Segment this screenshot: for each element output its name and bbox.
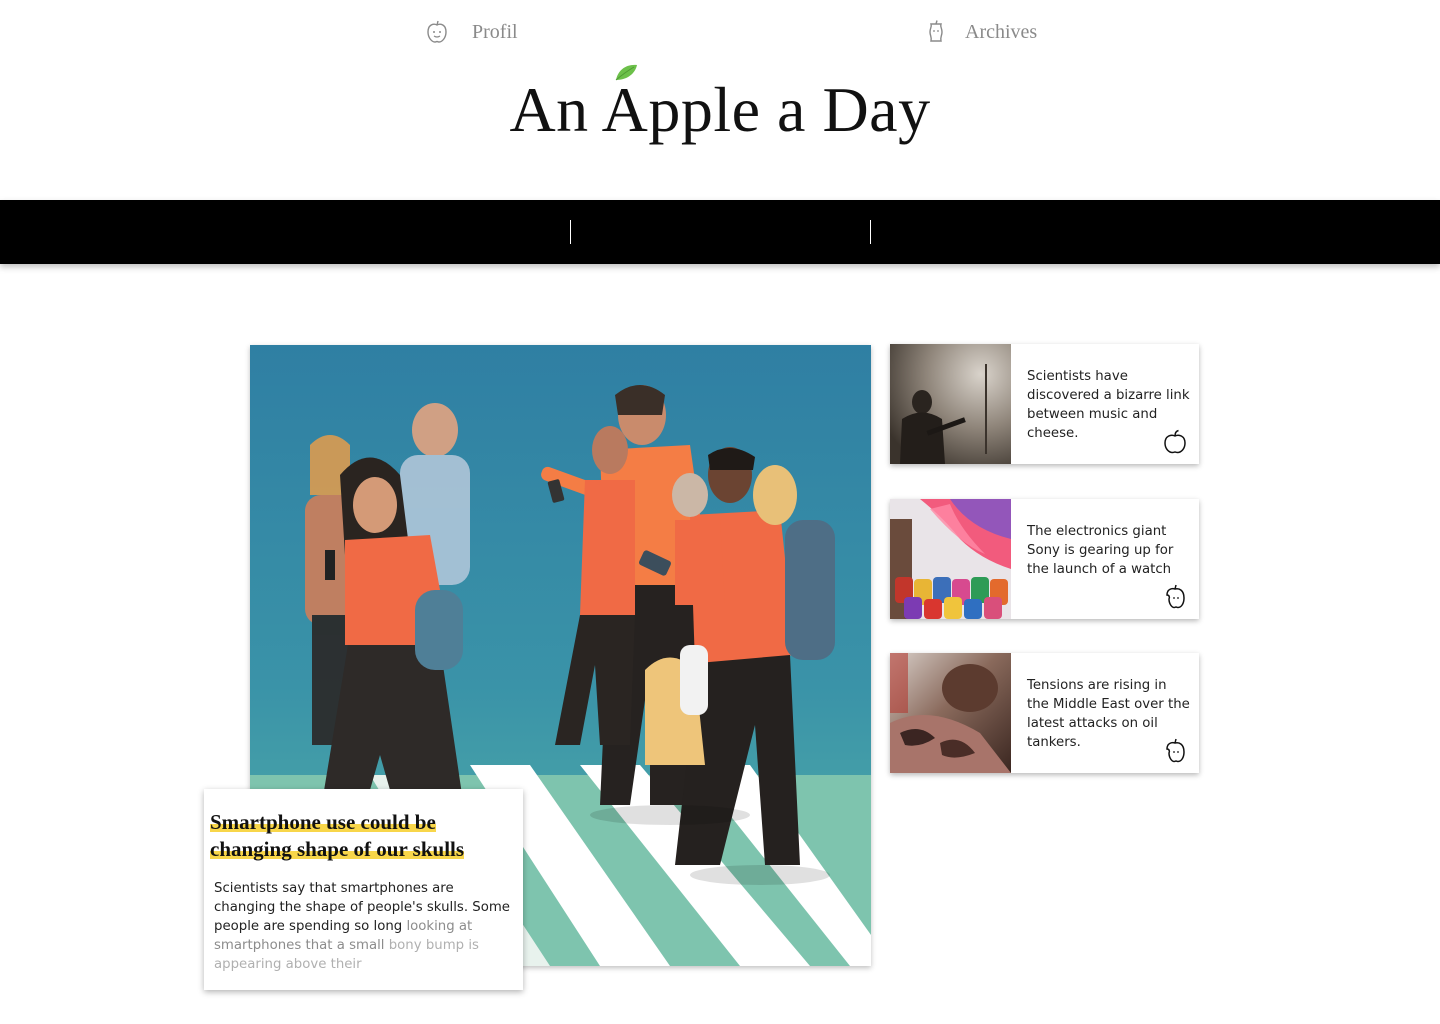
apple-icon [627, 20, 649, 44]
side-article-text: The electronics giant Sony is gearing up… [1027, 524, 1174, 577]
apple-bitten-icon[interactable] [1163, 583, 1187, 609]
apple-icon[interactable] [1163, 428, 1187, 454]
featured-article-excerpt: Scientists say that smartphones are chan… [214, 879, 516, 974]
nav-label-archives: Archives [965, 20, 1038, 43]
side-article-card[interactable]: Scientists have discovered a bizarre lin… [890, 344, 1199, 464]
title-line-1: Smartphone use could be [210, 810, 436, 834]
side-article-card[interactable]: The electronics giant Sony is gearing up… [890, 499, 1199, 619]
site-logo[interactable]: An Apple a Day [509, 60, 930, 160]
spray-paint-image [890, 499, 1011, 619]
apple-bitten-icon[interactable] [1163, 737, 1187, 763]
title-line-2: changing shape of our skulls [210, 837, 465, 861]
main-navbar [0, 200, 1440, 264]
featured-article-card[interactable]: Smartphone use could be changing shape o… [204, 789, 523, 990]
leaf-icon [616, 64, 638, 81]
article-thumbnail [890, 344, 1011, 464]
side-article-card[interactable]: Tensions are rising in the Middle East o… [890, 653, 1199, 773]
site-header: An Apple a Day [0, 60, 1440, 170]
nav-label-article-of-the-day: Article of the Day [665, 20, 817, 43]
nav-item-article-of-the-day[interactable]: Article of the Day [625, 0, 817, 64]
nav-divider [870, 220, 871, 244]
tattoo-artist-image [890, 653, 1011, 773]
nav-label-profil: Profil [472, 20, 518, 43]
site-title: An Apple a Day [509, 74, 931, 145]
nav-item-archives[interactable]: Archives [923, 0, 1037, 64]
featured-article-title[interactable]: Smartphone use could be changing shape o… [210, 809, 520, 863]
article-thumbnail [890, 653, 1011, 773]
nav-item-profil[interactable]: Profil [424, 0, 518, 64]
apple-face-icon [427, 20, 447, 43]
musician-stage-image [890, 344, 1011, 464]
apple-core-icon [929, 20, 943, 42]
article-thumbnail [890, 499, 1011, 619]
nav-divider [570, 220, 571, 244]
